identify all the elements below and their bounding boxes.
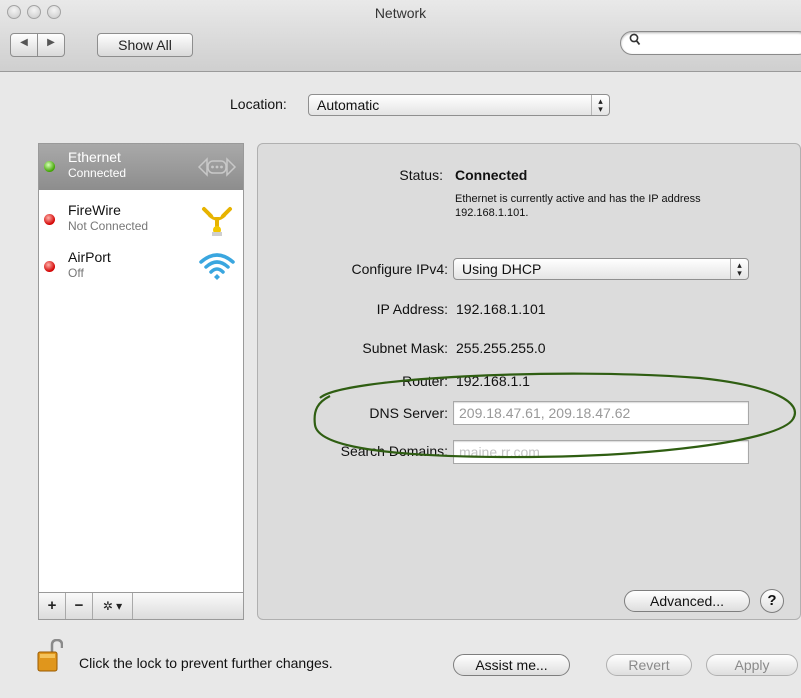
show-all-button[interactable]: Show All bbox=[97, 33, 193, 57]
router-value: 192.168.1.1 bbox=[456, 373, 530, 389]
configure-ipv4-value: Using DHCP bbox=[462, 261, 542, 277]
network-preferences-window: Network ◀ ▶ Show All Location: Automatic… bbox=[0, 0, 801, 698]
action-menu-button[interactable]: ✲ ▾ bbox=[93, 593, 133, 619]
search-domains-field[interactable]: maine.rr.com bbox=[453, 440, 749, 464]
firewire-icon bbox=[202, 207, 232, 236]
ethernet-icon bbox=[197, 157, 237, 177]
router-label: Router: bbox=[402, 373, 448, 389]
service-status: Connected bbox=[68, 166, 127, 180]
lock-message: Click the lock to prevent further change… bbox=[79, 655, 333, 671]
service-item-ethernet[interactable]: Ethernet Connected bbox=[39, 144, 243, 190]
apply-button[interactable]: Apply bbox=[706, 654, 798, 676]
help-button[interactable]: ? bbox=[760, 589, 784, 613]
location-popup[interactable]: Automatic ▴ ▾ bbox=[308, 94, 610, 116]
status-dot-icon bbox=[44, 214, 55, 225]
updown-arrows-icon: ▴ ▾ bbox=[730, 259, 748, 279]
forward-button[interactable]: ▶ bbox=[37, 33, 65, 57]
subnet-mask-label: Subnet Mask: bbox=[362, 340, 448, 356]
add-service-button[interactable]: + bbox=[39, 593, 66, 619]
service-list: Ethernet Connected FireWire Not Connecte… bbox=[38, 143, 244, 593]
service-item-airport[interactable]: AirPort Off bbox=[39, 244, 243, 290]
configure-ipv4-label: Configure IPv4: bbox=[351, 261, 449, 277]
status-label: Status: bbox=[399, 167, 443, 183]
service-name: AirPort bbox=[68, 249, 111, 265]
remove-service-button[interactable]: − bbox=[66, 593, 93, 619]
window-title: Network bbox=[374, 5, 427, 21]
service-status: Not Connected bbox=[68, 219, 149, 233]
dns-server-field[interactable]: 209.18.47.61, 209.18.47.62 bbox=[453, 401, 749, 425]
configure-ipv4-popup[interactable]: Using DHCP ▴ ▾ bbox=[453, 258, 749, 280]
advanced-button[interactable]: Advanced... bbox=[624, 590, 750, 612]
ip-address-label: IP Address: bbox=[376, 301, 448, 317]
location-value: Automatic bbox=[317, 97, 380, 113]
assist-me-button[interactable]: Assist me... bbox=[453, 654, 570, 676]
status-description: Ethernet is currently active and has the… bbox=[455, 193, 701, 219]
search-field[interactable] bbox=[620, 31, 801, 55]
lock-icon[interactable] bbox=[37, 639, 63, 673]
service-name: Ethernet bbox=[68, 149, 121, 165]
status-dot-icon bbox=[44, 261, 55, 272]
location-label: Location: bbox=[230, 96, 287, 112]
service-list-toolbar: + − ✲ ▾ bbox=[38, 593, 244, 620]
subnet-mask-value: 255.255.255.0 bbox=[456, 340, 546, 356]
search-domains-label: Search Domains: bbox=[340, 443, 448, 459]
forward-arrow-icon: ▶ bbox=[47, 37, 55, 48]
status-value: Connected bbox=[455, 167, 528, 183]
service-status: Off bbox=[68, 266, 84, 280]
updown-arrows-icon: ▴ ▾ bbox=[591, 95, 609, 115]
dns-server-label: DNS Server: bbox=[369, 405, 448, 421]
ip-address-value: 192.168.1.101 bbox=[456, 301, 546, 317]
service-name: FireWire bbox=[68, 202, 121, 218]
magnifier-icon bbox=[629, 33, 641, 50]
back-button[interactable]: ◀ bbox=[10, 33, 38, 57]
title-toolbar: Network ◀ ▶ Show All bbox=[0, 0, 801, 72]
service-item-firewire[interactable]: FireWire Not Connected bbox=[39, 197, 243, 243]
airport-wifi-icon bbox=[199, 253, 235, 280]
back-arrow-icon: ◀ bbox=[20, 37, 28, 48]
revert-button[interactable]: Revert bbox=[606, 654, 692, 676]
status-dot-icon bbox=[44, 161, 55, 172]
